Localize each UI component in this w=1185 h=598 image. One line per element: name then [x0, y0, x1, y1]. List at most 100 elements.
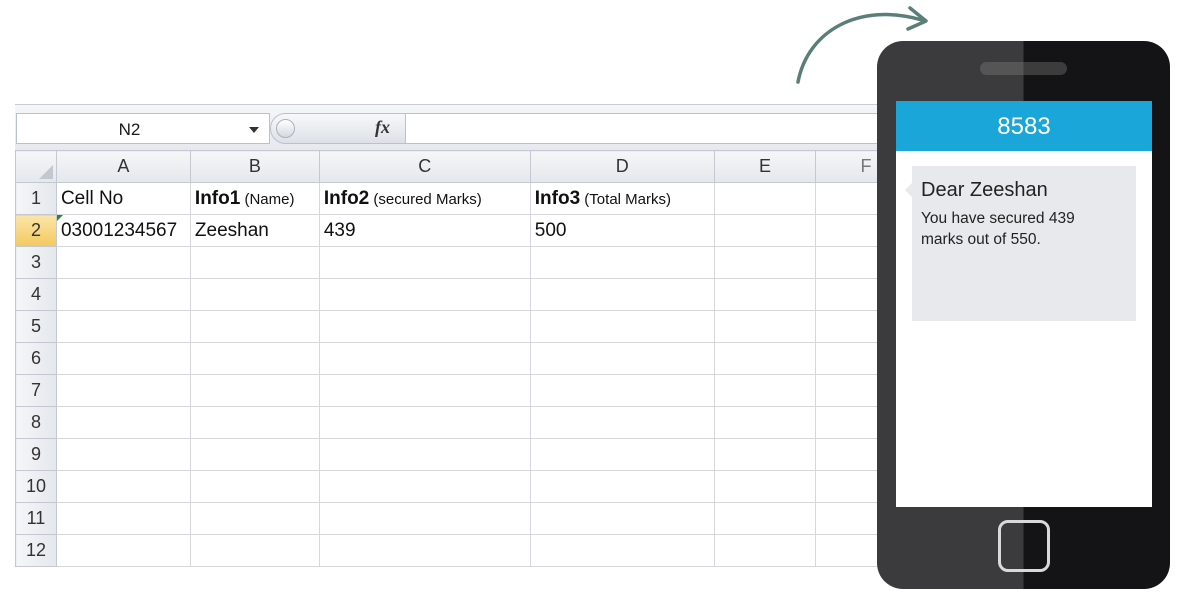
- cell[interactable]: [55, 534, 191, 567]
- cell[interactable]: [713, 246, 817, 279]
- cell[interactable]: [815, 502, 877, 535]
- column-header-b[interactable]: B: [189, 150, 320, 183]
- cell[interactable]: [55, 470, 191, 503]
- cell[interactable]: [189, 374, 320, 407]
- column-header-e[interactable]: E: [713, 150, 817, 183]
- cell[interactable]: [55, 342, 191, 375]
- cell[interactable]: [318, 470, 531, 503]
- cell[interactable]: [529, 534, 715, 567]
- cell[interactable]: [815, 406, 877, 439]
- insert-function-icon[interactable]: fx: [375, 117, 390, 138]
- circle-icon[interactable]: [276, 119, 295, 138]
- cell-b1[interactable]: Info1 (Name): [189, 182, 320, 215]
- cell[interactable]: [815, 342, 877, 375]
- cell[interactable]: [815, 246, 877, 279]
- cell-c2[interactable]: 439: [318, 214, 531, 247]
- cell[interactable]: [189, 246, 320, 279]
- error-indicator-icon: [57, 215, 63, 221]
- cell[interactable]: [815, 278, 877, 311]
- cell[interactable]: [815, 374, 877, 407]
- cell[interactable]: [529, 502, 715, 535]
- cell[interactable]: [318, 342, 531, 375]
- cell[interactable]: [318, 438, 531, 471]
- cell-b2[interactable]: Zeeshan: [189, 214, 320, 247]
- row-header-11[interactable]: 11: [15, 502, 57, 535]
- table-row: 3: [15, 246, 877, 279]
- cell[interactable]: [318, 534, 531, 567]
- cell-e2[interactable]: [713, 214, 817, 247]
- cell[interactable]: [318, 502, 531, 535]
- cell[interactable]: [318, 406, 531, 439]
- row-header-7[interactable]: 7: [15, 374, 57, 407]
- cell[interactable]: [713, 534, 817, 567]
- cell[interactable]: [189, 470, 320, 503]
- chevron-down-icon[interactable]: [249, 127, 259, 133]
- cell[interactable]: [713, 310, 817, 343]
- name-box[interactable]: N2: [16, 113, 270, 144]
- cell[interactable]: [318, 374, 531, 407]
- cell[interactable]: [529, 374, 715, 407]
- cell-d1[interactable]: Info3 (Total Marks): [529, 182, 715, 215]
- row-header-4[interactable]: 4: [15, 278, 57, 311]
- cell[interactable]: [713, 502, 817, 535]
- cell[interactable]: [529, 470, 715, 503]
- cell[interactable]: [55, 502, 191, 535]
- row-header-9[interactable]: 9: [15, 438, 57, 471]
- cell[interactable]: [815, 470, 877, 503]
- row-header-1[interactable]: 1: [15, 182, 57, 215]
- row-header-6[interactable]: 6: [15, 342, 57, 375]
- row-header-3[interactable]: 3: [15, 246, 57, 279]
- cell[interactable]: [815, 310, 877, 343]
- cell-a1[interactable]: Cell No: [55, 182, 191, 215]
- cell[interactable]: [55, 310, 191, 343]
- row-header-5[interactable]: 5: [15, 310, 57, 343]
- cell[interactable]: [55, 406, 191, 439]
- cell[interactable]: [189, 534, 320, 567]
- cell[interactable]: [713, 278, 817, 311]
- cell[interactable]: [529, 342, 715, 375]
- cell[interactable]: [713, 406, 817, 439]
- cell[interactable]: [529, 406, 715, 439]
- cell[interactable]: [55, 374, 191, 407]
- cell-a2[interactable]: 03001234567: [55, 214, 191, 247]
- cell[interactable]: [529, 278, 715, 311]
- cell-e1[interactable]: [713, 182, 817, 215]
- cell[interactable]: [713, 470, 817, 503]
- cell-f1[interactable]: [815, 182, 877, 215]
- cell[interactable]: [529, 246, 715, 279]
- column-header-f[interactable]: F: [815, 150, 877, 183]
- row-header-8[interactable]: 8: [15, 406, 57, 439]
- home-button[interactable]: [998, 520, 1050, 572]
- cell[interactable]: [318, 310, 531, 343]
- cell[interactable]: [713, 342, 817, 375]
- message-bubble[interactable]: Dear Zeeshan You have secured 439 marks …: [905, 166, 1136, 321]
- cell[interactable]: [189, 502, 320, 535]
- cell[interactable]: [529, 310, 715, 343]
- cell[interactable]: [189, 438, 320, 471]
- cell[interactable]: [815, 534, 877, 567]
- cell[interactable]: [815, 438, 877, 471]
- cell[interactable]: [189, 342, 320, 375]
- row-header-2[interactable]: 2: [15, 214, 57, 247]
- row-header-10[interactable]: 10: [15, 470, 57, 503]
- cell-d2[interactable]: 500: [529, 214, 715, 247]
- row-header-12[interactable]: 12: [15, 534, 57, 567]
- formula-input[interactable]: [405, 113, 877, 144]
- cell[interactable]: [713, 374, 817, 407]
- cell[interactable]: [529, 438, 715, 471]
- cell-c1[interactable]: Info2 (secured Marks): [318, 182, 531, 215]
- cell-f2[interactable]: [815, 214, 877, 247]
- cell[interactable]: [318, 246, 531, 279]
- cell[interactable]: [189, 310, 320, 343]
- cell[interactable]: [55, 278, 191, 311]
- cell[interactable]: [55, 246, 191, 279]
- select-all-corner[interactable]: [15, 150, 57, 183]
- column-header-a[interactable]: A: [55, 150, 191, 183]
- column-header-d[interactable]: D: [529, 150, 715, 183]
- cell[interactable]: [189, 406, 320, 439]
- cell[interactable]: [713, 438, 817, 471]
- cell[interactable]: [318, 278, 531, 311]
- cell[interactable]: [189, 278, 320, 311]
- cell[interactable]: [55, 438, 191, 471]
- column-header-c[interactable]: C: [318, 150, 531, 183]
